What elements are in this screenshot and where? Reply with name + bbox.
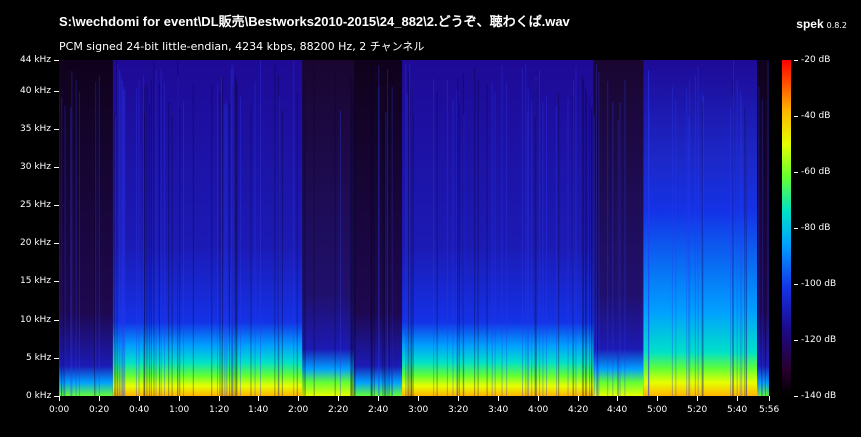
x-tick-label: 2:40 (368, 405, 389, 415)
x-tick-label: 2:20 (328, 405, 349, 415)
x-tick-label: 4:40 (607, 405, 628, 415)
x-tick (99, 396, 100, 401)
y-tick (54, 205, 59, 206)
spectrogram-canvas (59, 60, 769, 396)
y-tick-label: 30 kHz (20, 162, 52, 172)
x-tick-label: 5:00 (647, 405, 668, 415)
x-tick-label: 1:40 (248, 405, 269, 415)
y-tick-label: 44 kHz (20, 55, 52, 65)
y-tick (54, 91, 59, 92)
spectrogram-segment-0 (59, 60, 113, 396)
app-version: 0.8.2 (826, 21, 847, 30)
y-tick-label: 40 kHz (20, 86, 52, 96)
spectrogram-segment-2 (302, 60, 355, 396)
db-color-scale-gradient (782, 60, 791, 396)
x-tick-label: 5:56 (759, 405, 780, 415)
x-tick-label: 3:00 (408, 405, 429, 415)
db-color-scale (782, 60, 791, 396)
x-tick (418, 396, 419, 401)
x-tick-label: 5:40 (727, 405, 748, 415)
x-tick (697, 396, 698, 401)
x-tick-label: 1:20 (209, 405, 230, 415)
spectrogram-segment-1 (112, 60, 303, 396)
y-tick (54, 281, 59, 282)
x-tick (258, 396, 259, 401)
x-tick (617, 396, 618, 401)
x-tick (179, 396, 180, 401)
y-tick-label: 25 kHz (20, 200, 52, 210)
x-tick (59, 396, 60, 401)
x-tick (657, 396, 658, 401)
y-tick-label: 10 kHz (20, 315, 52, 325)
db-tick (794, 340, 798, 341)
x-tick-label: 3:40 (488, 405, 509, 415)
x-tick (219, 396, 220, 401)
x-tick-label: 0:40 (129, 405, 150, 415)
x-tick-label: 5:20 (687, 405, 708, 415)
y-tick (54, 358, 59, 359)
x-tick (578, 396, 579, 401)
x-tick (338, 396, 339, 401)
x-tick (298, 396, 299, 401)
y-tick-label: 15 kHz (20, 276, 52, 286)
app-name: spek (796, 17, 824, 31)
db-tick (794, 172, 798, 173)
db-tick (794, 116, 798, 117)
db-tick (794, 228, 798, 229)
x-tick (139, 396, 140, 401)
db-tick (794, 60, 798, 61)
x-tick-label: 4:00 (528, 405, 549, 415)
y-tick (54, 243, 59, 244)
x-tick (458, 396, 459, 401)
y-tick (54, 60, 59, 61)
spectrogram-segment-3 (354, 60, 403, 396)
db-tick-label: -140 dB (801, 391, 837, 401)
db-tick (794, 396, 798, 397)
file-path-title: S:\wechdomi for event\DL販売\Bestworks2010… (59, 14, 570, 29)
audio-format-subtitle: PCM signed 24-bit little-endian, 4234 kb… (59, 40, 425, 53)
x-tick-label: 0:00 (49, 405, 70, 415)
db-tick-label: -20 dB (801, 55, 831, 65)
db-tick-label: -60 dB (801, 167, 831, 177)
x-tick (378, 396, 379, 401)
db-tick (794, 284, 798, 285)
y-tick-label: 20 kHz (20, 238, 52, 248)
y-tick (54, 320, 59, 321)
x-tick-label: 4:20 (568, 405, 589, 415)
x-tick-label: 3:20 (448, 405, 469, 415)
y-tick (54, 167, 59, 168)
x-tick (769, 396, 770, 401)
db-tick-label: -100 dB (801, 279, 837, 289)
spectrogram-segment-4 (402, 60, 594, 396)
db-tick-label: -80 dB (801, 223, 831, 233)
app-branding: spek 0.8.2 (796, 13, 847, 32)
x-tick-label: 2:00 (288, 405, 309, 415)
db-tick-label: -120 dB (801, 335, 837, 345)
spectrogram (59, 60, 769, 396)
y-tick-label: 5 kHz (26, 353, 52, 363)
db-tick-label: -40 dB (801, 111, 831, 121)
x-tick-label: 0:20 (89, 405, 110, 415)
y-tick-label: 0 kHz (26, 391, 52, 401)
x-tick-label: 1:00 (169, 405, 190, 415)
y-tick-label: 35 kHz (20, 124, 52, 134)
x-tick (737, 396, 738, 401)
x-tick (538, 396, 539, 401)
y-tick (54, 129, 59, 130)
x-tick (498, 396, 499, 401)
